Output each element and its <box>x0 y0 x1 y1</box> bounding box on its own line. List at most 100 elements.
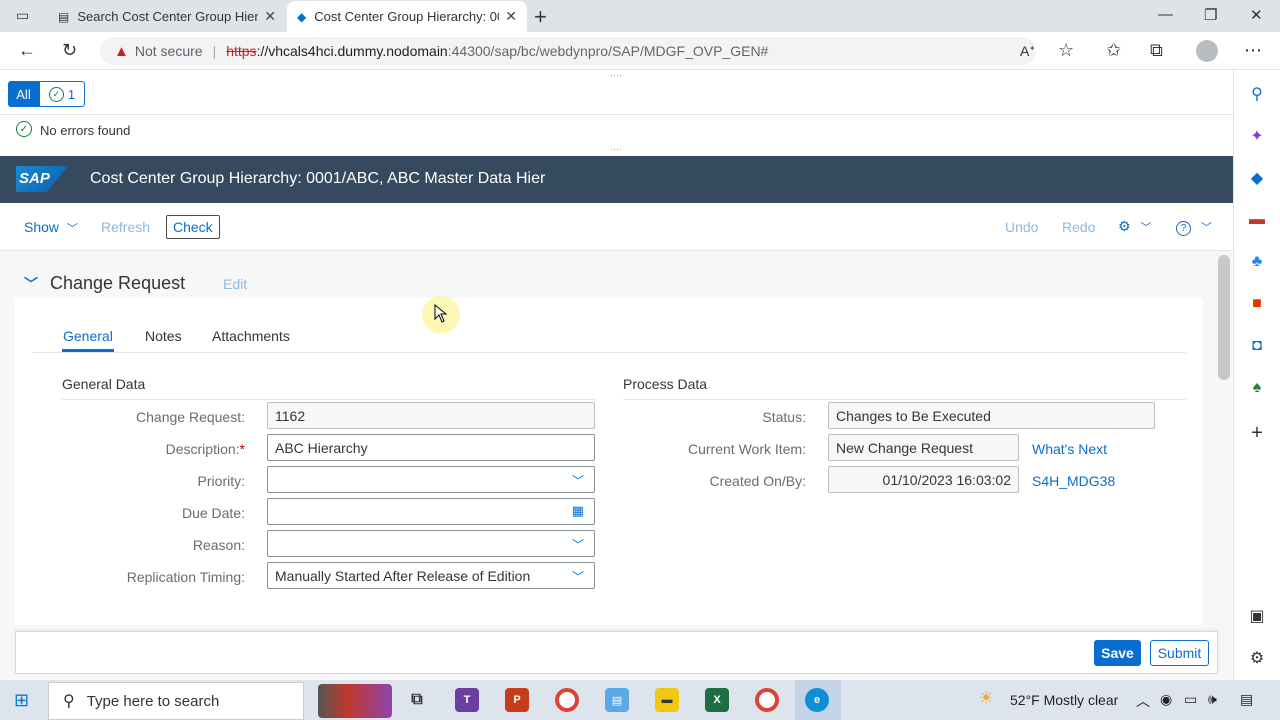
taskbar-search[interactable]: ⚲ Type here to search <box>48 682 304 720</box>
mouse-cursor-icon <box>434 303 450 323</box>
calendar-icon[interactable]: ▦ <box>572 503 584 519</box>
read-aloud-icon[interactable]: Aᐩ <box>1020 43 1035 60</box>
description-label: Description:* <box>165 441 245 457</box>
chevron-down-icon: ﹀ <box>66 223 78 235</box>
collections-icon[interactable]: ⧉ <box>1150 40 1163 61</box>
required-marker: * <box>239 441 245 457</box>
chevron-down-icon: ﹀ <box>571 474 584 488</box>
browser-tab-search[interactable]: ▤ Search Cost Center Group Hierar ✕ <box>48 1 286 32</box>
edge-sidebar <box>1233 70 1280 680</box>
security-label: Not secure <box>134 43 203 59</box>
notification-icon[interactable]: ▤ <box>1240 691 1253 708</box>
change-request-field: 1162 <box>267 402 595 429</box>
battery-icon[interactable]: ▭ <box>1184 691 1197 708</box>
edge-icon[interactable]: e <box>805 688 829 712</box>
shopping-icon[interactable]: ◆ <box>1247 168 1267 188</box>
help-menu[interactable]: ? ﹀ <box>1176 218 1212 236</box>
powerpoint-icon[interactable]: P <box>505 688 529 712</box>
tab-attachments[interactable]: Attachments <box>212 328 290 344</box>
chevron-down-icon: ﹀ <box>571 538 584 552</box>
search-icon: ⚲ <box>63 693 75 710</box>
url-scheme: https <box>226 43 257 59</box>
teams-icon[interactable]: T <box>455 688 479 712</box>
search-highlight-image <box>318 684 392 718</box>
submit-button[interactable]: Submit <box>1150 640 1209 666</box>
url-field[interactable]: ▲ Not secure | https ://vhcals4hci.dummy… <box>100 37 1036 65</box>
message-text: No errors found <box>40 123 131 138</box>
file-explorer-icon[interactable]: ▬ <box>655 688 679 712</box>
minimize-button[interactable]: — <box>1158 6 1173 23</box>
check-button[interactable]: Check <box>166 215 220 239</box>
filter-all-button[interactable]: All <box>8 81 39 107</box>
games-icon[interactable]: ♣ <box>1247 253 1267 271</box>
warning-icon: ▲ <box>114 42 129 60</box>
redo-button[interactable]: Redo <box>1062 219 1095 235</box>
tab-actions-icon[interactable]: ▭ <box>16 7 29 24</box>
volume-icon[interactable]: 🕪 <box>1208 691 1217 708</box>
tab-title: Search Cost Center Group Hierar <box>77 9 259 24</box>
chevron-down-icon: ﹀ <box>571 570 584 584</box>
tools-icon[interactable]: ▬ <box>1247 211 1267 229</box>
copilot-icon[interactable]: ✦ <box>1247 126 1267 146</box>
created-by-link[interactable]: S4H_MDG38 <box>1032 473 1115 489</box>
task-view-icon[interactable]: ⧉ <box>405 688 429 712</box>
show-menu-button[interactable]: Show ﹀ <box>24 219 78 236</box>
replication-timing-select[interactable]: Manually Started After Release of Editio… <box>267 562 595 589</box>
replication-timing-label: Replication Timing: <box>126 569 245 585</box>
close-icon[interactable]: ✕ <box>264 8 276 25</box>
window-close-button[interactable]: ✕ <box>1250 6 1263 24</box>
work-item-field: New Change Request <box>828 434 1019 461</box>
weather-text[interactable]: 52°F Mostly clear <box>1010 692 1118 708</box>
general-data-title: General Data <box>62 376 146 392</box>
tab-general[interactable]: General <box>63 328 113 344</box>
add-icon[interactable]: + <box>1247 422 1267 445</box>
personalize-menu[interactable]: ⚙ ﹀ <box>1118 218 1151 235</box>
undo-button[interactable]: Undo <box>1005 219 1038 235</box>
outlook-icon[interactable]: ◘ <box>1247 337 1267 355</box>
status-label: Status: <box>762 409 806 425</box>
close-icon[interactable]: ✕ <box>505 8 517 25</box>
profile-avatar[interactable] <box>1196 40 1218 62</box>
weather-icon: ☀ <box>978 688 995 708</box>
success-icon: ✓ <box>16 121 32 137</box>
restore-button[interactable]: ❐ <box>1204 6 1217 24</box>
app-title: Cost Center Group Hierarchy: 0001/ABC, A… <box>90 170 546 187</box>
priority-label: Priority: <box>197 473 245 489</box>
settings-icon[interactable]: ⚙ <box>1247 648 1267 668</box>
sap-tab-icon: ◆ <box>297 9 307 24</box>
panel-title: Change Request <box>50 273 186 293</box>
filter-success-button[interactable]: ✓ 1 <box>39 81 85 107</box>
success-count: 1 <box>67 86 76 102</box>
refresh-button[interactable]: Refresh <box>101 219 150 235</box>
edit-link[interactable]: Edit <box>223 276 247 292</box>
tree-icon[interactable]: ♠ <box>1247 379 1267 397</box>
whats-next-link[interactable]: What's Next <box>1032 441 1107 457</box>
favorite-add-icon[interactable]: ☆ <box>1058 40 1074 61</box>
meet-icon[interactable]: ◉ <box>1160 691 1172 708</box>
back-icon[interactable]: ← <box>18 40 36 61</box>
windows-start-icon[interactable]: ⊞ <box>14 690 29 711</box>
new-tab-button[interactable]: + <box>534 4 547 30</box>
due-date-field[interactable]: ▦ <box>267 498 595 525</box>
created-field: 01/10/2023 16:03:02 <box>828 466 1019 493</box>
excel-icon[interactable]: X <box>705 688 729 712</box>
office-icon[interactable]: ■ <box>1247 295 1267 313</box>
scrollbar[interactable] <box>1218 255 1230 380</box>
chrome-icon-2[interactable] <box>755 688 779 712</box>
browser-tab-active[interactable]: ◆ Cost Center Group Hierarchy: 00 ✕ <box>287 1 527 32</box>
priority-select[interactable]: ﹀ <box>267 466 595 493</box>
search-icon[interactable]: ⚲ <box>1247 84 1267 104</box>
chrome-icon[interactable] <box>555 688 579 712</box>
tab-notes[interactable]: Notes <box>145 328 182 344</box>
help-icon: ? <box>1176 221 1191 236</box>
reload-icon[interactable]: ↻ <box>62 40 77 61</box>
save-button[interactable]: Save <box>1094 640 1141 666</box>
reason-select[interactable]: ﹀ <box>267 530 595 557</box>
chevron-up-icon[interactable]: ︿ <box>1136 691 1150 711</box>
more-icon[interactable]: ⋯ <box>1244 40 1262 61</box>
favorites-icon[interactable]: ✩ <box>1106 40 1121 61</box>
collapse-chevron-icon[interactable]: ﹀ <box>24 274 38 294</box>
sidebar-layout-icon[interactable]: ▣ <box>1247 606 1267 626</box>
notepad-icon[interactable]: ▤ <box>605 688 629 712</box>
description-field[interactable]: ABC Hierarchy <box>267 434 595 461</box>
